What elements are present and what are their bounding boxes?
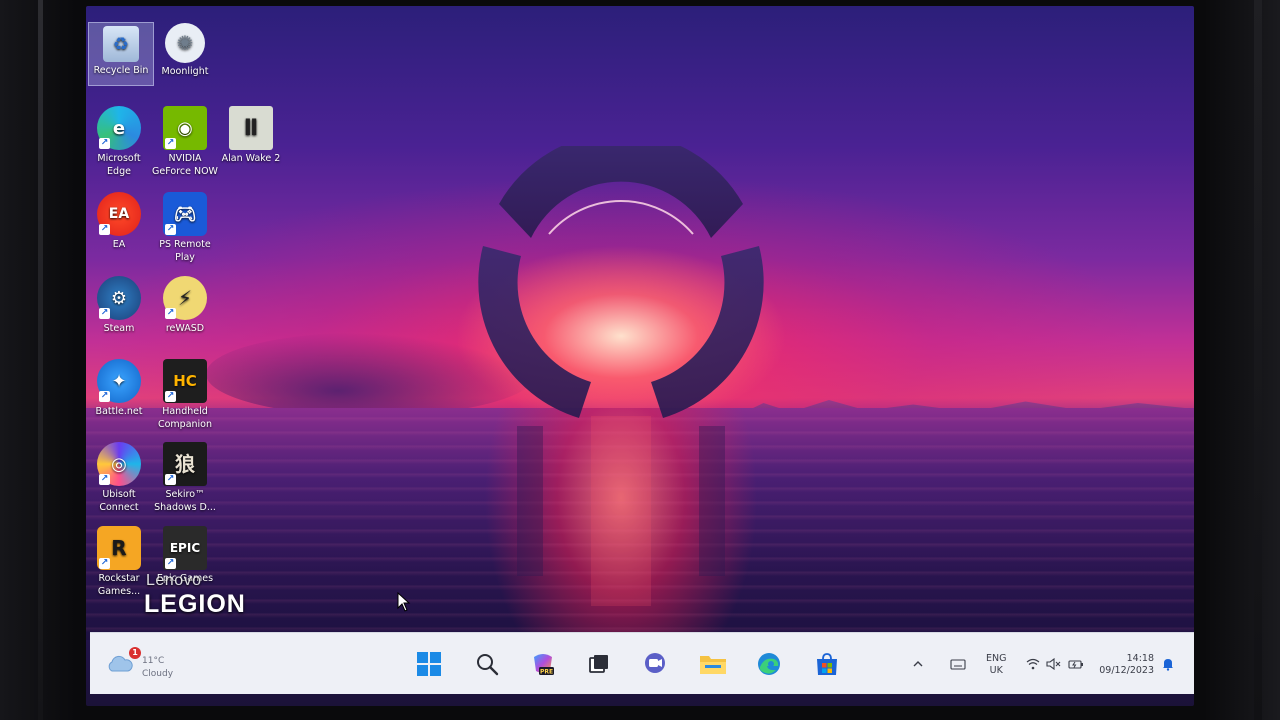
desktop-icon-label: Moonlight [161,66,209,77]
start-button[interactable] [412,647,446,681]
desktop-icon-label: EA [112,239,126,250]
lenovo-watermark: Lenovo [146,572,202,589]
clock-date: 09/12/2023 [1099,665,1154,676]
moonlight-icon: ✺ [165,23,205,63]
search-icon [477,654,499,676]
nvidia-icon: ◉ ↗ [163,106,207,150]
microsoft-store-button[interactable] [810,647,844,681]
ea-icon: EA ↗ [97,192,141,236]
desktop-icon-steam[interactable]: ⚙ ↗ Steam [86,276,152,335]
desktop-icon-ubisoft[interactable]: ◎ ↗ Ubisoft Connect [86,442,152,514]
language-region: UK [989,665,1003,676]
weather-widget[interactable]: 1 11°C Cloudy [106,645,186,685]
edge-icon [758,653,780,675]
copilot-icon: PRE [534,654,554,676]
battlenet-icon: ✦ ↗ [97,359,141,403]
rewasd-icon: ⚡ ↗ [163,276,207,320]
clock-time: 14:18 [1126,653,1154,664]
volume-muted-icon [1046,658,1061,670]
copilot-pre-badge: PRE [540,669,553,676]
desktop-icon-label: reWASD [165,323,205,334]
desktop-icon-label: Alan Wake 2 [221,153,281,164]
desktop-icon-label: Sekiro™ Shadows D... [154,489,216,513]
desktop-icon-label: Microsoft Edge [97,153,141,177]
chevron-up-icon [913,661,923,667]
desktop-screen: ♻ Recycle Bin ✺ Moonlight e ↗ Microsoft E… [86,6,1194,706]
desktop-icon-label: Steam [103,323,135,334]
desktop-icon-alan-wake[interactable]: Ⅱ Alan Wake 2 [218,106,284,165]
search-button[interactable] [470,647,504,681]
volume-button[interactable] [1046,633,1062,695]
rockstar-icon: R ↗ [97,526,141,570]
wifi-icon [1026,658,1040,670]
desktop-icon-label: Recycle Bin [93,65,149,76]
desktop-icon-recycle-bin[interactable]: ♻ Recycle Bin [88,22,154,86]
cloud-icon [108,655,133,672]
recycle-bin-icon: ♻ [103,26,139,62]
keyboard-icon [950,659,966,670]
clock[interactable]: 14:18 09/12/2023 [1094,653,1154,677]
wallpaper-ring-reflection [517,416,725,606]
bezel-edge-right [1254,0,1262,720]
show-hidden-icons-button[interactable] [912,633,924,695]
legion-watermark: LEGION [144,590,246,618]
copilot-button[interactable]: PRE [526,647,560,681]
ubisoft-icon: ◎ ↗ [97,442,141,486]
microsoft-store-icon [817,653,837,675]
desktop-icon-label: NVIDIA GeForce NOW [152,153,218,177]
language-indicator[interactable]: ENG UK [986,653,1006,677]
bell-icon [1163,659,1173,671]
handheld-companion-icon: HC ↗ [163,359,207,403]
desktop-icon-label: Rockstar Games... [97,573,141,597]
weather-badge: 1 [129,647,141,659]
desktop-icon-moonlight[interactable]: ✺ Moonlight [152,23,218,78]
folder-icon [700,656,726,674]
mouse-cursor-icon [397,592,411,612]
desktop-icon-sekiro[interactable]: 狼 ↗ Sekiro™ Shadows D... [152,442,218,514]
weather-temp: 11°C [142,656,165,666]
task-view-icon [589,655,608,673]
ps-remote-play-icon: 🎮︎ ↗ [163,192,207,236]
desktop-icon-label: Handheld Companion [157,406,213,430]
task-view-button[interactable] [582,647,616,681]
touch-keyboard-button[interactable] [950,633,966,695]
edge-icon: e ↗ [97,106,141,150]
notifications-button[interactable] [1162,633,1174,695]
file-explorer-button[interactable] [696,647,730,681]
epic-games-icon: EPIC ↗ [163,526,207,570]
desktop-icon-label: PS Remote Play [159,239,211,263]
taskbar: 1 11°C Cloudy PRE ENG UK 14:18 09/12/202… [90,632,1194,694]
desktop-icon-rockstar[interactable]: R ↗ Rockstar Games... [86,526,152,598]
desktop-icon-ea[interactable]: EA ↗ EA [86,192,152,251]
desktop-icon-edge[interactable]: e ↗ Microsoft Edge [86,106,152,178]
windows-start-icon [417,652,441,676]
bezel-edge-left [38,0,43,720]
desktop-icon-ps-remote-play[interactable]: 🎮︎ ↗ PS Remote Play [152,192,218,264]
teams-chat-button[interactable] [638,647,672,681]
network-button[interactable] [1026,633,1040,695]
steam-icon: ⚙ ↗ [97,276,141,320]
desktop-icon-rewasd[interactable]: ⚡ ↗ reWASD [152,276,218,335]
weather-condition: Cloudy [142,669,174,679]
teams-chat-icon [645,653,665,673]
desktop-icon-label: Ubisoft Connect [99,489,139,513]
language-code: ENG [986,653,1007,664]
battery-charging-icon [1068,660,1083,669]
alan-wake-icon: Ⅱ [229,106,273,150]
battery-button[interactable] [1068,633,1084,695]
edge-taskbar-button[interactable] [752,647,786,681]
desktop-icon-nvidia[interactable]: ◉ ↗ NVIDIA GeForce NOW [152,106,218,178]
desktop-icon-battlenet[interactable]: ✦ ↗ Battle.net [86,359,152,418]
desktop-icon-handheld-companion[interactable]: HC ↗ Handheld Companion [152,359,218,431]
wallpaper-ring-logo [478,146,764,418]
sekiro-icon: 狼 ↗ [163,442,207,486]
desktop-icon-label: Battle.net [95,406,143,417]
